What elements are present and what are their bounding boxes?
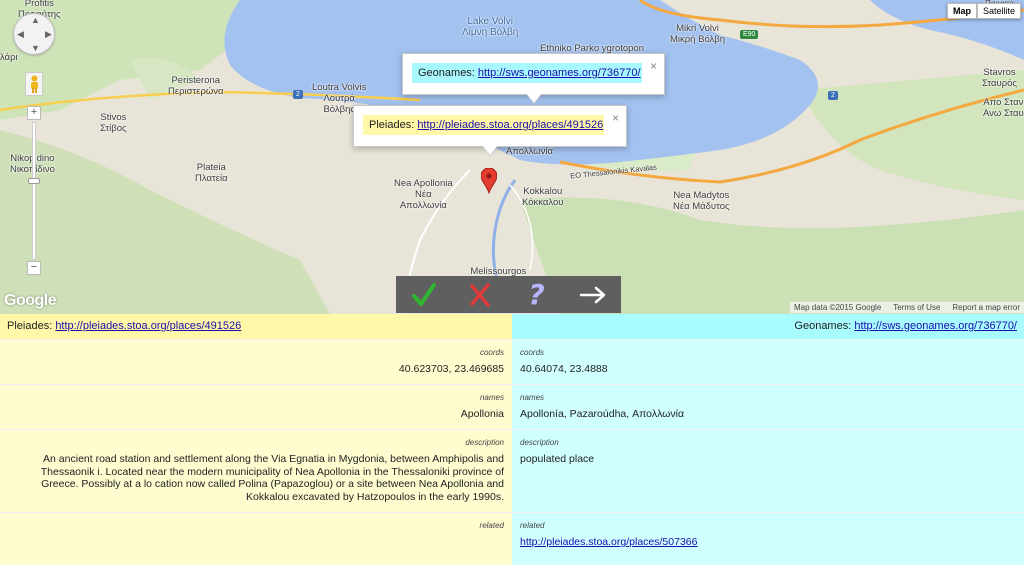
close-icon[interactable]: ×	[612, 111, 619, 125]
zoom-in-button[interactable]: +	[27, 106, 41, 120]
map-marker-icon[interactable]	[480, 167, 498, 197]
zoom-slider-knob[interactable]	[28, 178, 40, 184]
pan-right-icon[interactable]: ▶	[45, 29, 52, 40]
place-label: Lake Volvi Λίμνη Βόλβη	[462, 16, 519, 38]
pan-up-icon[interactable]: ▲	[31, 15, 40, 25]
street-view-pegman-icon[interactable]	[25, 72, 43, 96]
description-value: An ancient road station and settlement a…	[40, 453, 504, 503]
field-label: coords	[479, 348, 504, 357]
pleiades-header: Pleiades: http://pleiades.stoa.org/place…	[0, 314, 512, 339]
geonames-header: Geonames: http://sws.geonames.org/736770…	[512, 314, 1024, 339]
pleiades-header-link[interactable]: http://pleiades.stoa.org/places/491526	[55, 320, 241, 332]
names-value: Apollonía, Pazaroúdha, Απολλωνία	[520, 408, 685, 420]
description-row: description An ancient road station and …	[0, 429, 512, 512]
map-view[interactable]: ProfitisΠροφήτης λάρι Lake VolviΛίμνη Βό…	[0, 0, 1024, 314]
arrow-right-icon	[579, 286, 606, 303]
google-logo: Google	[4, 292, 57, 309]
road-shield: 2	[293, 90, 303, 99]
field-label: related	[520, 521, 545, 530]
place-label: Plateia Πλατεία	[195, 162, 228, 184]
field-label: description	[520, 438, 559, 447]
map-type-satellite-button[interactable]: Satellite	[976, 3, 1021, 19]
report-map-error-link[interactable]: Report a map error	[952, 303, 1020, 312]
map-data-credit: Map data ©2015 Google	[793, 303, 882, 312]
next-button[interactable]	[573, 279, 613, 311]
related-row: related	[0, 512, 512, 544]
related-row: related http://pleiades.stoa.org/places/…	[512, 512, 1024, 557]
geonames-info-link[interactable]: http://sws.geonames.org/736770/	[478, 67, 641, 79]
pan-control[interactable]: ▲ ▼ ◀ ▶	[13, 13, 55, 55]
map-type-map-button[interactable]: Map	[946, 3, 977, 19]
names-row: names Apollonia	[0, 384, 512, 429]
place-label: λάρι	[0, 52, 18, 63]
place-label: Mikri Volvi Μικρή Βόλβη	[670, 23, 726, 45]
question-icon: ?	[528, 278, 545, 311]
field-label: description	[465, 438, 504, 447]
field-label: coords	[520, 348, 545, 357]
comparison-panel: Pleiades: http://pleiades.stoa.org/place…	[0, 314, 1024, 565]
pan-down-icon[interactable]: ▼	[31, 43, 40, 53]
names-row: names Apollonía, Pazaroúdha, Απολλωνία	[512, 384, 1024, 429]
road-shield: E90	[740, 30, 759, 39]
place-label: Nea Madytos Νέα Μάδυτος	[673, 190, 730, 212]
geonames-info-prefix: Geonames:	[418, 67, 478, 79]
map-type-control: Map Satellite	[946, 3, 1021, 19]
field-label: names	[479, 393, 504, 402]
close-icon[interactable]: ×	[650, 59, 657, 73]
reject-button[interactable]	[460, 279, 500, 311]
geonames-info-window: Geonames: http://sws.geonames.org/736770…	[402, 53, 665, 104]
pleiades-info-prefix: Pleiades:	[369, 119, 418, 131]
place-label: Peristerona Περιστερώνα	[168, 75, 224, 97]
unsure-button[interactable]: ?	[517, 278, 557, 311]
related-link[interactable]: http://pleiades.stoa.org/places/507366	[520, 536, 697, 548]
place-label: Απολλωνία	[506, 146, 553, 157]
pleiades-info-content: Pleiades: http://pleiades.stoa.org/place…	[363, 115, 604, 135]
pleiades-info-link[interactable]: http://pleiades.stoa.org/places/491526	[417, 119, 603, 131]
pleiades-info-window: Pleiades: http://pleiades.stoa.org/place…	[353, 105, 627, 156]
pan-left-icon[interactable]: ◀	[17, 29, 24, 40]
x-mark-icon	[470, 282, 491, 307]
coords-row: coords 40.623703, 23.469685	[0, 339, 512, 384]
description-row: description populated place	[512, 429, 1024, 512]
place-label: Stavros Σταυρός	[982, 67, 1017, 89]
place-label: Nea Apollonia Νέα Απολλωνία	[394, 178, 453, 211]
description-value: populated place	[520, 453, 595, 465]
pleiades-column: Pleiades: http://pleiades.stoa.org/place…	[0, 314, 512, 565]
place-label: Stivos Στίβος	[100, 112, 127, 134]
action-toolbar: ?	[396, 276, 621, 313]
terms-of-use-link[interactable]: Terms of Use	[893, 303, 940, 312]
field-label: names	[520, 393, 545, 402]
names-value: Apollonia	[460, 408, 504, 420]
accept-button[interactable]	[404, 279, 444, 311]
place-label: Kokkalou Κόκκαλου	[522, 186, 564, 208]
related-value: http://pleiades.stoa.org/places/507366	[520, 536, 1016, 549]
coords-value: 40.64074, 23.4888	[520, 363, 608, 375]
geonames-column: Geonames: http://sws.geonames.org/736770…	[512, 314, 1024, 565]
coords-row: coords 40.64074, 23.4888	[512, 339, 1024, 384]
road-shield: 2	[828, 91, 838, 100]
zoom-control: + −	[27, 106, 41, 276]
zoom-slider-track[interactable]	[32, 122, 36, 260]
field-label: related	[479, 521, 504, 530]
geonames-header-prefix: Geonames:	[794, 320, 855, 332]
pleiades-header-prefix: Pleiades:	[7, 320, 56, 332]
geonames-info-content: Geonames: http://sws.geonames.org/736770…	[412, 63, 642, 83]
geonames-header-link[interactable]: http://sws.geonames.org/736770/	[854, 320, 1017, 332]
map-attribution: Map data ©2015 Google Terms of Use Repor…	[789, 302, 1024, 313]
checkmark-icon	[412, 282, 437, 306]
zoom-out-button[interactable]: −	[27, 261, 41, 275]
place-label: Απο Σταν Ανω Σταυ	[983, 97, 1024, 119]
coords-value: 40.623703, 23.469685	[398, 363, 504, 375]
